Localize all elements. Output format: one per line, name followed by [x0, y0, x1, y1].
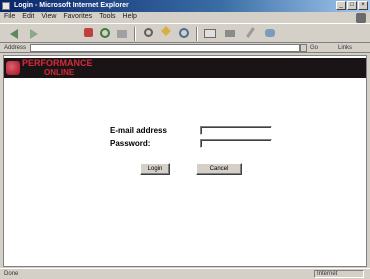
home-icon	[117, 30, 127, 38]
stop-button[interactable]	[80, 26, 96, 42]
page-viewport: PERFORMANCE ONLINE E-mail address Passwo…	[3, 55, 367, 267]
discuss-button[interactable]	[262, 26, 278, 42]
forward-button[interactable]	[28, 26, 44, 42]
print-icon	[225, 30, 235, 37]
stop-icon	[83, 28, 93, 37]
search-button[interactable]	[140, 26, 156, 42]
refresh-icon	[100, 28, 110, 38]
favorites-icon	[161, 26, 171, 36]
menu-bar: File Edit View Favorites Tools Help	[0, 12, 370, 22]
password-label: Password:	[110, 139, 151, 148]
address-bar: Address Go Links	[0, 43, 370, 53]
menu-help[interactable]: Help	[123, 12, 137, 22]
login-form: E-mail address Password: Login Cancel	[4, 56, 366, 266]
refresh-button[interactable]	[97, 26, 113, 42]
browser-window: Login - Microsoft Internet Explorer _ □ …	[0, 0, 370, 279]
password-field[interactable]	[200, 139, 272, 148]
forward-arrow-icon	[30, 29, 38, 39]
standard-toolbar	[0, 23, 370, 43]
mail-icon	[204, 29, 216, 38]
menu-favorites[interactable]: Favorites	[63, 12, 92, 22]
menu-tools[interactable]: Tools	[99, 12, 115, 22]
status-bar: Done Internet	[0, 268, 370, 279]
login-button[interactable]: Login	[140, 163, 170, 175]
toolbar-separator	[134, 27, 136, 41]
menu-view[interactable]: View	[41, 12, 56, 22]
history-button[interactable]	[176, 26, 192, 42]
back-arrow-icon	[10, 29, 18, 39]
title-bar: Login - Microsoft Internet Explorer _ □ …	[0, 0, 370, 12]
home-button[interactable]	[114, 26, 130, 42]
back-button[interactable]	[8, 26, 24, 42]
mail-button[interactable]	[202, 26, 218, 42]
go-button[interactable]: Go	[310, 44, 318, 52]
ie-logo-icon	[356, 13, 366, 23]
address-input[interactable]	[30, 44, 300, 52]
print-button[interactable]	[222, 26, 238, 42]
cancel-button[interactable]: Cancel	[196, 163, 242, 175]
links-button[interactable]: Links	[338, 44, 352, 52]
window-title: Login - Microsoft Internet Explorer	[14, 2, 129, 9]
history-icon	[179, 28, 189, 38]
close-button[interactable]: ×	[358, 1, 368, 10]
minimize-button[interactable]: _	[336, 1, 346, 10]
address-dropdown-button[interactable]	[300, 44, 307, 52]
discuss-icon	[265, 29, 275, 37]
email-field[interactable]	[200, 126, 272, 135]
security-zone: Internet	[314, 270, 364, 278]
status-text: Done	[4, 271, 19, 277]
edit-button[interactable]	[242, 26, 258, 42]
email-label: E-mail address	[110, 126, 167, 135]
maximize-button[interactable]: □	[347, 1, 357, 10]
address-label: Address	[4, 45, 27, 51]
toolbar-separator	[196, 27, 198, 41]
favorites-button[interactable]	[158, 26, 174, 42]
browser-icon	[2, 2, 10, 10]
menu-edit[interactable]: Edit	[22, 12, 34, 22]
window-controls: _ □ ×	[336, 1, 368, 10]
search-icon	[143, 28, 153, 37]
menu-file[interactable]: File	[4, 12, 15, 22]
edit-icon	[245, 27, 255, 38]
